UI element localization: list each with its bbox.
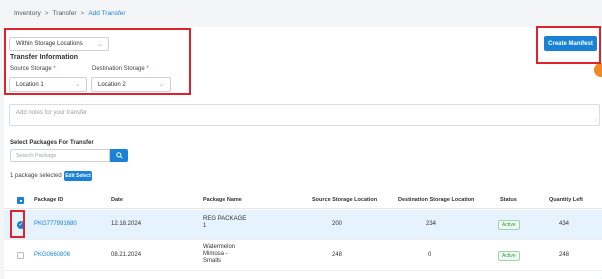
column-quantity-left[interactable]: Quantity Left <box>549 197 583 203</box>
destination-storage-select[interactable]: Location 2 ⌄ <box>91 77 171 92</box>
source-quantity: 248 <box>332 252 343 258</box>
package-date: 12.18.2024 <box>111 221 142 227</box>
search-placeholder: Search Package <box>16 152 57 159</box>
package-name: Watermelon Mimosa - Smalls <box>203 244 236 264</box>
column-package-id[interactable]: Package ID <box>34 197 63 203</box>
breadcrumb-separator: > <box>80 10 85 17</box>
breadcrumb: Inventory > Transfer > Add Transfer <box>14 10 126 17</box>
source-storage-value: Location 1 <box>16 81 44 88</box>
chevron-down-icon: ⌄ <box>96 41 102 48</box>
row-checkbox[interactable] <box>17 252 24 259</box>
package-name: REG PACKAGE 1 <box>203 216 247 229</box>
source-storage-label-text: Source Storage <box>10 66 52 72</box>
transfer-information-title: Transfer Information <box>10 54 79 61</box>
destination-quantity: 0 <box>428 252 432 258</box>
column-source-storage[interactable]: Source Storage Location <box>312 197 377 203</box>
breadcrumb-inventory[interactable]: Inventory <box>14 10 41 17</box>
select-packages-title: Select Packages For Transfer <box>10 140 94 146</box>
breadcrumb-add-transfer: Add Transfer <box>88 10 126 17</box>
column-status[interactable]: Status <box>500 197 517 203</box>
column-package-name[interactable]: Package Name <box>203 197 242 203</box>
packages-selected-count: 1 package selected <box>10 173 62 179</box>
breadcrumb-transfer[interactable]: Transfer <box>53 10 77 17</box>
status-badge: Active <box>498 251 520 261</box>
resize-grip-icon[interactable]: ∕ <box>596 118 597 124</box>
chevron-down-icon: ⌄ <box>158 82 164 88</box>
quantity-left: 434 <box>559 221 570 227</box>
required-mark: * <box>53 66 56 72</box>
destination-quantity: 234 <box>426 221 437 227</box>
destination-storage-label: Destination Storage * <box>92 66 149 72</box>
column-date[interactable]: Date <box>111 197 123 203</box>
packages-table: Package ID Date Package Name Source Stor… <box>4 191 602 279</box>
package-id-link[interactable]: PKG0660806 <box>34 252 70 258</box>
status-badge: Active <box>498 220 520 230</box>
help-widget-button[interactable] <box>594 63 602 77</box>
source-storage-label: Source Storage * <box>10 66 56 72</box>
transfer-mode-value: Within Storage Locations <box>16 41 83 47</box>
create-manifest-button[interactable]: Create Manifest <box>544 36 597 51</box>
required-mark: * <box>146 66 149 72</box>
notes-textarea[interactable]: Add notes for your transfer ∕ <box>9 104 600 126</box>
edit-select-button[interactable]: Edit Select <box>64 171 92 181</box>
select-all-checkbox[interactable] <box>17 197 24 204</box>
table-row[interactable]: PKG0660806 08.21.2024 Watermelon Mimosa … <box>4 241 602 271</box>
destination-storage-value: Location 2 <box>98 81 126 88</box>
search-button[interactable] <box>110 149 128 162</box>
breadcrumb-separator: > <box>44 10 49 17</box>
transfer-mode-select[interactable]: Within Storage Locations ⌄ <box>9 37 109 51</box>
column-destination-storage[interactable]: Destination Storage Location <box>398 197 474 203</box>
destination-storage-label-text: Destination Storage <box>92 66 145 72</box>
row-checkbox-checked[interactable]: ✓ <box>17 221 25 229</box>
package-search-input[interactable]: Search Package <box>10 149 110 162</box>
source-quantity: 200 <box>332 221 343 227</box>
package-id-link[interactable]: PKG777991680 <box>34 221 77 227</box>
chevron-down-icon: ⌄ <box>74 82 80 88</box>
package-date: 08.21.2024 <box>111 252 142 258</box>
source-storage-select[interactable]: Location 1 ⌄ <box>9 77 87 92</box>
quantity-left: 248 <box>559 252 570 258</box>
table-row[interactable]: ✓ PKG777991680 12.18.2024 REG PACKAGE 1 … <box>4 210 602 240</box>
search-icon <box>115 152 123 159</box>
notes-placeholder: Add notes for your transfer <box>16 110 88 116</box>
table-header: Package ID Date Package Name Source Stor… <box>4 191 602 209</box>
